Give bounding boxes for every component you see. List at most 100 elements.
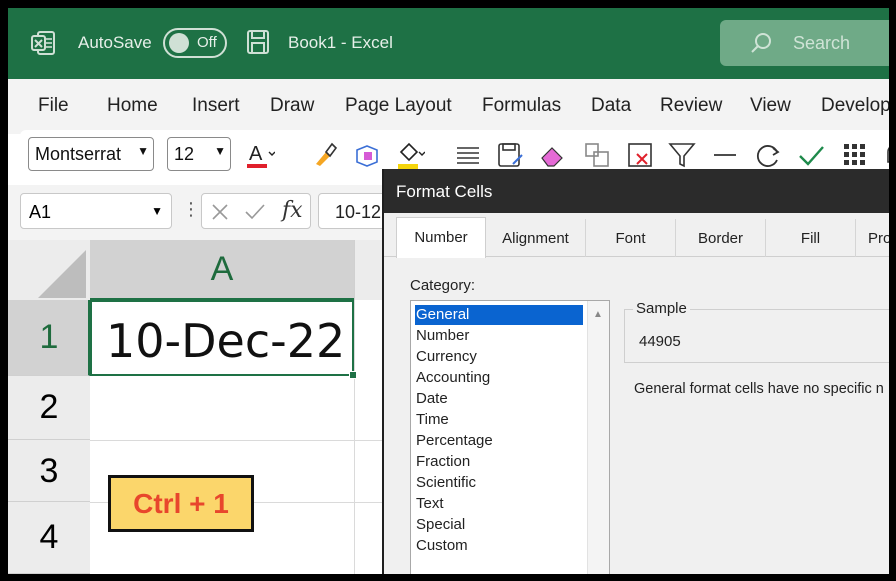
font-name-select[interactable]: Montserrat ▼ — [28, 137, 154, 171]
notification-icon[interactable] — [880, 140, 889, 170]
category-item-date[interactable]: Date — [415, 389, 583, 409]
category-list[interactable]: General Number Currency Accounting Date … — [410, 300, 610, 574]
tab-font[interactable]: Font — [586, 219, 676, 257]
cell-a1[interactable]: 10-Dec-22 — [90, 300, 357, 379]
tab-data[interactable]: Data — [591, 95, 631, 117]
cancel-icon[interactable] — [210, 202, 230, 222]
insert-function-icon[interactable]: fx — [282, 198, 303, 223]
toggle-knob — [169, 33, 189, 53]
tab-border[interactable]: Border — [676, 219, 766, 257]
row-header-4[interactable]: 4 — [8, 502, 90, 574]
category-item-currency[interactable]: Currency — [415, 347, 583, 367]
category-item-scientific[interactable]: Scientific — [415, 473, 583, 493]
format-painter-icon[interactable] — [310, 140, 340, 170]
category-item-percentage[interactable]: Percentage — [415, 431, 583, 451]
tab-formulas[interactable]: Formulas — [482, 95, 561, 117]
minus-icon[interactable] — [710, 140, 740, 170]
formula-actions: fx — [201, 193, 311, 229]
shortcut-badge: Ctrl + 1 — [108, 475, 254, 532]
dialog-title-bar[interactable]: Format Cells — [384, 169, 889, 213]
filter-icon[interactable] — [667, 140, 697, 170]
row-header-label: 1 — [39, 318, 59, 356]
category-item-time[interactable]: Time — [415, 410, 583, 430]
tab-number-label: Number — [414, 229, 468, 246]
tab-protection[interactable]: Pro — [856, 219, 889, 257]
font-size-select[interactable]: 12 ▼ — [167, 137, 231, 171]
copy-format-icon[interactable] — [582, 140, 612, 170]
shortcut-text: Ctrl + 1 — [133, 488, 229, 519]
tab-alignment[interactable]: Alignment — [486, 219, 586, 257]
sample-group: Sample 44905 — [624, 300, 889, 363]
name-box-value: A1 — [29, 202, 52, 222]
autosave-label: AutoSave — [78, 33, 152, 52]
grid-icon[interactable] — [840, 140, 870, 170]
category-item-fraction[interactable]: Fraction — [415, 452, 583, 472]
row-header-label: 3 — [39, 452, 59, 490]
category-item-number[interactable]: Number — [415, 326, 583, 346]
delete-cells-icon[interactable] — [625, 140, 655, 170]
tab-view[interactable]: View — [750, 95, 791, 117]
save-as-icon[interactable] — [495, 140, 525, 170]
save-icon[interactable] — [246, 29, 270, 55]
row-header-1[interactable]: 1 — [8, 300, 90, 376]
formula-value: 10-12 — [335, 202, 382, 222]
format-description: General format cells have no specific n — [634, 381, 884, 397]
scroll-up-icon[interactable]: ▲ — [593, 309, 603, 320]
chevron-down-icon: ▼ — [214, 144, 226, 158]
document-title: Book1 - Excel — [288, 33, 393, 52]
font-size-value: 12 — [174, 144, 195, 164]
autosave-toggle[interactable]: Off — [163, 28, 227, 58]
format-cells-dialog: Format Cells Number Alignment Font Borde… — [382, 169, 889, 574]
row-header-label: 2 — [39, 388, 59, 426]
column-header-a[interactable]: A — [90, 240, 354, 300]
checkmark-icon[interactable] — [796, 140, 826, 170]
tab-number[interactable]: Number — [396, 217, 486, 258]
tab-insert[interactable]: Insert — [192, 95, 240, 117]
fill-color-icon[interactable] — [395, 140, 425, 170]
tab-review[interactable]: Review — [660, 95, 722, 117]
eraser-icon[interactable] — [538, 140, 568, 170]
category-item-accounting[interactable]: Accounting — [415, 368, 583, 388]
category-label: Category: — [410, 277, 476, 294]
excel-window: AutoSave Off Book1 - Excel Search File H… — [8, 8, 889, 574]
tab-draw[interactable]: Draw — [270, 95, 314, 117]
select-all-triangle-icon — [38, 250, 86, 298]
row-header-label: 4 — [39, 518, 59, 556]
font-color-icon[interactable]: A — [245, 140, 275, 170]
category-scrollbar[interactable]: ▲ — [587, 301, 609, 574]
refresh-icon[interactable] — [753, 140, 783, 170]
cell-styles-icon[interactable] — [353, 140, 383, 170]
search-placeholder: Search — [793, 33, 851, 53]
row-header-3[interactable]: 3 — [8, 440, 90, 502]
enter-icon[interactable] — [244, 202, 266, 222]
more-options-icon[interactable]: ⋮ — [182, 199, 200, 220]
category-item-special[interactable]: Special — [415, 515, 583, 535]
tab-alignment-label: Alignment — [502, 230, 569, 247]
align-icon[interactable] — [453, 140, 483, 170]
tab-page-layout[interactable]: Page Layout — [345, 95, 452, 117]
category-item-general[interactable]: General — [415, 305, 583, 325]
name-box[interactable]: A1 ▼ — [20, 193, 172, 229]
font-name-value: Montserrat — [35, 144, 122, 164]
fill-handle[interactable] — [349, 371, 357, 379]
sample-value: 44905 — [639, 333, 681, 350]
excel-logo-icon — [31, 31, 55, 55]
category-item-custom[interactable]: Custom — [415, 536, 583, 556]
tab-font-label: Font — [615, 230, 646, 247]
column-gridline — [354, 300, 355, 574]
tab-home[interactable]: Home — [107, 95, 158, 117]
row-header-2[interactable]: 2 — [8, 376, 90, 440]
tab-protection-label: Pro — [868, 230, 889, 247]
search-box[interactable]: Search — [720, 20, 889, 66]
menu-bar: File Home Insert Draw Page Layout Formul… — [8, 79, 889, 134]
tab-fill-label: Fill — [800, 230, 821, 247]
search-icon — [751, 33, 771, 53]
tab-file[interactable]: File — [38, 95, 69, 117]
tab-developer[interactable]: Develop — [821, 95, 889, 117]
cell-a1-value: 10-Dec-22 — [106, 314, 346, 368]
row-gridline — [90, 440, 390, 441]
category-item-text[interactable]: Text — [415, 494, 583, 514]
select-all-corner[interactable] — [8, 240, 90, 300]
tab-fill[interactable]: Fill — [766, 219, 856, 257]
svg-text:A: A — [249, 143, 263, 165]
